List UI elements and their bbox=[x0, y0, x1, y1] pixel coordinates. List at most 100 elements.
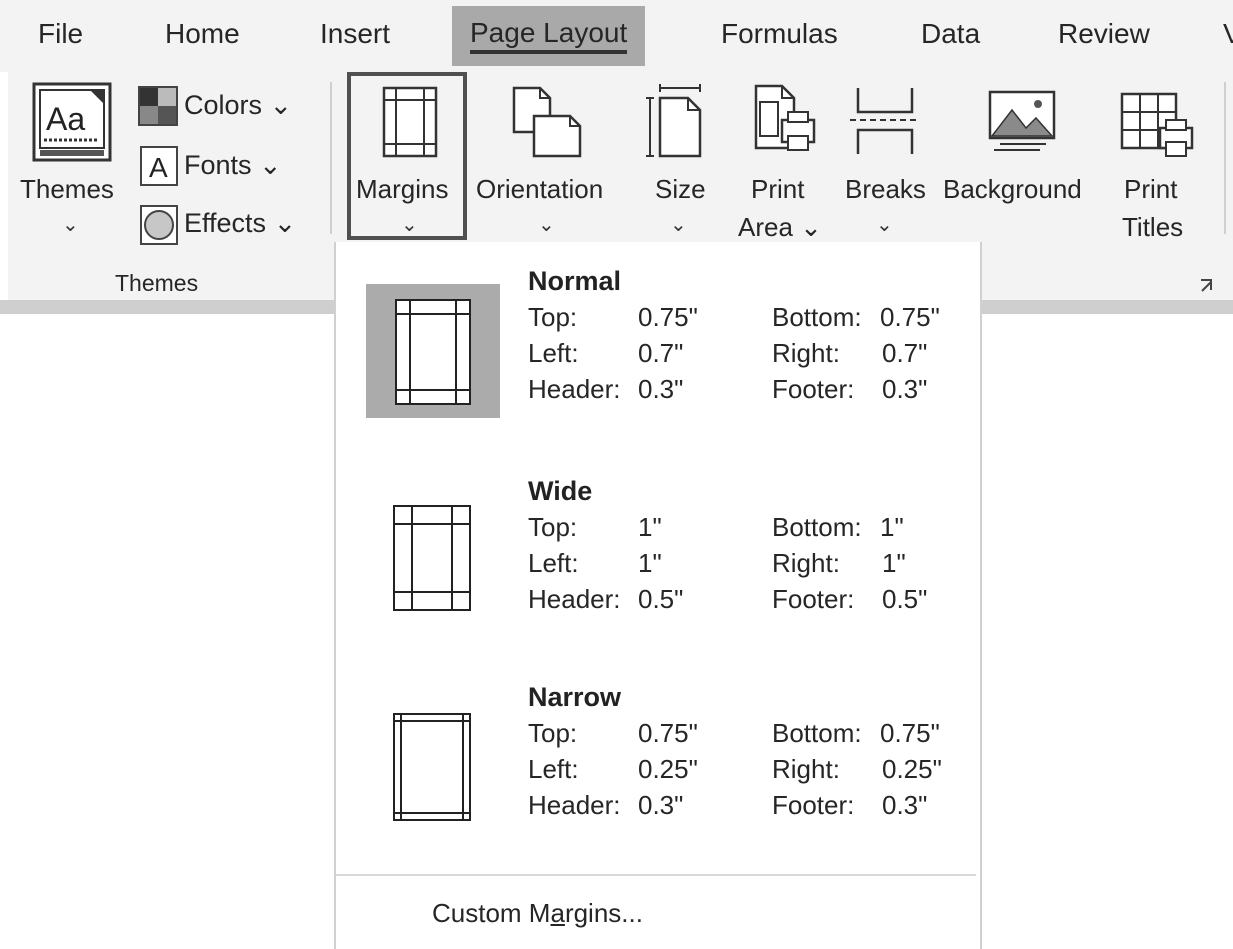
top-label: Top: bbox=[528, 512, 578, 542]
fonts-text: Fonts bbox=[184, 150, 252, 180]
margin-option-wide[interactable]: Wide Top: 1" Bottom: 1" Left: 1" Right: … bbox=[336, 452, 976, 642]
orientation-chevron-icon: ⌄ bbox=[538, 214, 555, 236]
svg-text:A: A bbox=[149, 152, 168, 183]
ribbon-tab-bar: File Home Insert Page Layout Formulas Da… bbox=[0, 0, 1233, 72]
orientation-label: Orientation bbox=[476, 174, 604, 204]
right-value: 0.25" bbox=[882, 754, 942, 784]
colors-icon bbox=[138, 86, 178, 126]
colors-text: Colors bbox=[184, 90, 263, 120]
bottom-value: 1" bbox=[880, 512, 904, 542]
themes-icon: Aa bbox=[32, 82, 112, 162]
size-chevron-icon: ⌄ bbox=[670, 214, 687, 236]
right-label: Right: bbox=[772, 754, 840, 784]
header-value: 0.3" bbox=[638, 790, 684, 820]
print-area-label-1: Print bbox=[751, 174, 805, 204]
tab-view-partial[interactable]: V bbox=[1223, 14, 1233, 58]
themes-label: Themes bbox=[20, 174, 114, 204]
option-title: Normal bbox=[528, 266, 622, 296]
left-label: Left: bbox=[528, 754, 579, 784]
size-icon bbox=[646, 84, 702, 158]
margins-chevron-icon: ⌄ bbox=[401, 214, 418, 236]
footer-label: Footer: bbox=[772, 374, 855, 404]
custom-margins-menu-item[interactable]: Custom Margins... bbox=[432, 898, 643, 929]
print-titles-icon bbox=[1120, 92, 1194, 157]
header-label: Header: bbox=[528, 790, 621, 820]
background-icon bbox=[988, 90, 1056, 151]
footer-value: 0.3" bbox=[882, 374, 928, 404]
left-label: Left: bbox=[528, 338, 579, 368]
print-titles-label-2: Titles bbox=[1122, 212, 1184, 242]
option-title: Narrow bbox=[528, 682, 622, 712]
left-value: 1" bbox=[638, 548, 662, 578]
size-label: Size bbox=[655, 174, 706, 204]
margins-label: Margins bbox=[356, 174, 449, 204]
fonts-chevron-icon: ⌄ bbox=[259, 150, 282, 180]
normal-margins-icon bbox=[395, 299, 471, 405]
custom-margins-accelerator: a bbox=[550, 898, 565, 928]
bottom-label: Bottom: bbox=[772, 512, 862, 542]
wide-margins-icon bbox=[393, 505, 471, 611]
tab-home[interactable]: Home bbox=[165, 14, 240, 58]
bottom-value: 0.75" bbox=[880, 302, 940, 332]
left-value: 0.25" bbox=[638, 754, 698, 784]
breaks-icon bbox=[850, 88, 920, 154]
left-value: 0.7" bbox=[638, 338, 684, 368]
fonts-icon: A bbox=[140, 146, 178, 186]
right-label: Right: bbox=[772, 548, 840, 578]
breaks-label: Breaks bbox=[845, 174, 926, 204]
custom-margins-text-suffix: rgins... bbox=[564, 898, 643, 928]
effects-icon bbox=[140, 205, 178, 245]
tab-formulas[interactable]: Formulas bbox=[721, 14, 838, 58]
fonts-label: Fonts ⌄ bbox=[184, 150, 282, 181]
effects-chevron-icon: ⌄ bbox=[273, 208, 297, 238]
custom-margins-text-prefix: Custom M bbox=[432, 898, 551, 928]
tab-page-layout-label: Page Layout bbox=[470, 17, 628, 54]
right-value: 0.7" bbox=[882, 338, 928, 368]
footer-value: 0.5" bbox=[882, 584, 928, 614]
top-value: 0.75" bbox=[638, 302, 698, 332]
margin-option-narrow[interactable]: Narrow Top: 0.75" Bottom: 0.75" Left: 0.… bbox=[336, 658, 976, 848]
effects-text: Effects bbox=[184, 208, 267, 238]
right-value: 1" bbox=[882, 548, 906, 578]
header-label: Header: bbox=[528, 374, 621, 404]
bottom-label: Bottom: bbox=[772, 718, 862, 748]
background-label: Background bbox=[943, 174, 1082, 204]
top-label: Top: bbox=[528, 718, 578, 748]
group-separator-right bbox=[1224, 82, 1226, 234]
header-value: 0.3" bbox=[638, 374, 684, 404]
option-title: Wide bbox=[528, 476, 593, 506]
footer-label: Footer: bbox=[772, 790, 855, 820]
left-label: Left: bbox=[528, 548, 579, 578]
themes-group-label: Themes bbox=[115, 270, 199, 296]
colors-label: Colors ⌄ bbox=[184, 90, 292, 121]
tab-file[interactable]: File bbox=[38, 14, 83, 58]
tab-page-layout[interactable]: Page Layout bbox=[452, 6, 646, 66]
print-area-icon bbox=[754, 84, 816, 151]
footer-value: 0.3" bbox=[882, 790, 928, 820]
dialog-launcher-icon[interactable] bbox=[1199, 278, 1215, 294]
tab-insert[interactable]: Insert bbox=[320, 14, 390, 58]
header-label: Header: bbox=[528, 584, 621, 614]
margin-option-normal[interactable]: Normal Top: 0.75" Bottom: 0.75" Left: 0.… bbox=[336, 242, 976, 432]
tab-data[interactable]: Data bbox=[921, 14, 980, 58]
tab-review[interactable]: Review bbox=[1058, 14, 1150, 58]
print-area-text: Area bbox=[738, 212, 793, 242]
print-titles-label-1: Print bbox=[1124, 174, 1178, 204]
margins-dropdown-menu: Normal Top: 0.75" Bottom: 0.75" Left: 0.… bbox=[334, 242, 982, 949]
effects-label: Effects ⌄ bbox=[184, 208, 296, 239]
menu-divider bbox=[336, 874, 976, 876]
themes-chevron-icon: ⌄ bbox=[62, 214, 79, 236]
top-label: Top: bbox=[528, 302, 578, 332]
orientation-icon bbox=[512, 86, 582, 158]
header-value: 0.5" bbox=[638, 584, 684, 614]
narrow-margins-icon bbox=[393, 713, 471, 821]
top-value: 0.75" bbox=[638, 718, 698, 748]
right-label: Right: bbox=[772, 338, 840, 368]
group-separator bbox=[330, 82, 332, 234]
breaks-chevron-icon: ⌄ bbox=[876, 214, 893, 236]
margins-icon bbox=[382, 86, 438, 158]
print-area-chevron-icon: ⌄ bbox=[800, 212, 822, 242]
print-area-label-2: Area ⌄ bbox=[738, 212, 822, 243]
footer-label: Footer: bbox=[772, 584, 855, 614]
colors-chevron-icon: ⌄ bbox=[269, 90, 293, 120]
